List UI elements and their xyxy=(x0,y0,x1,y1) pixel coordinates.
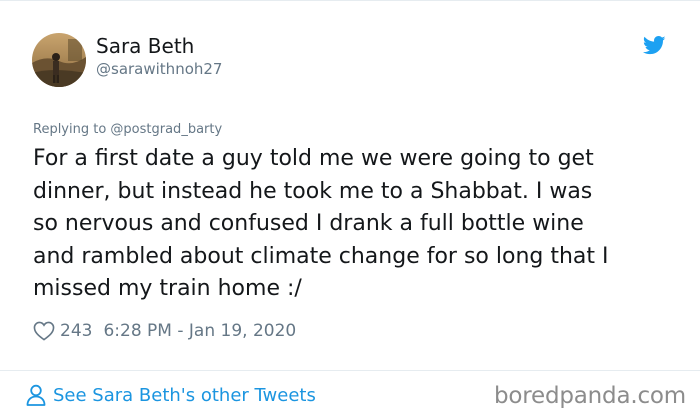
display-name[interactable]: Sara Beth xyxy=(96,34,194,58)
heart-icon[interactable] xyxy=(33,321,55,341)
person-icon xyxy=(26,384,46,406)
avatar-photo xyxy=(32,33,86,87)
tweet-meta: 243 6:28 PM - Jan 19, 2020 xyxy=(33,318,296,344)
divider xyxy=(0,370,700,371)
like-count[interactable]: 243 xyxy=(60,321,92,341)
twitter-bird-icon[interactable] xyxy=(642,36,666,55)
replying-to-label[interactable]: Replying to @postgrad_barty xyxy=(33,122,222,138)
see-other-tweets-label: See Sara Beth's other Tweets xyxy=(53,384,316,406)
tweet-card: Sara Beth @sarawithnoh27 Replying to @po… xyxy=(0,0,700,419)
user-handle[interactable]: @sarawithnoh27 xyxy=(96,60,222,78)
tweet-text: For a first date a guy told me we were g… xyxy=(33,146,609,301)
watermark: boredpanda.com xyxy=(494,383,686,409)
avatar[interactable] xyxy=(32,33,86,87)
see-other-tweets-link[interactable]: See Sara Beth's other Tweets xyxy=(26,382,316,408)
tweet-timestamp[interactable]: 6:28 PM - Jan 19, 2020 xyxy=(103,321,296,341)
